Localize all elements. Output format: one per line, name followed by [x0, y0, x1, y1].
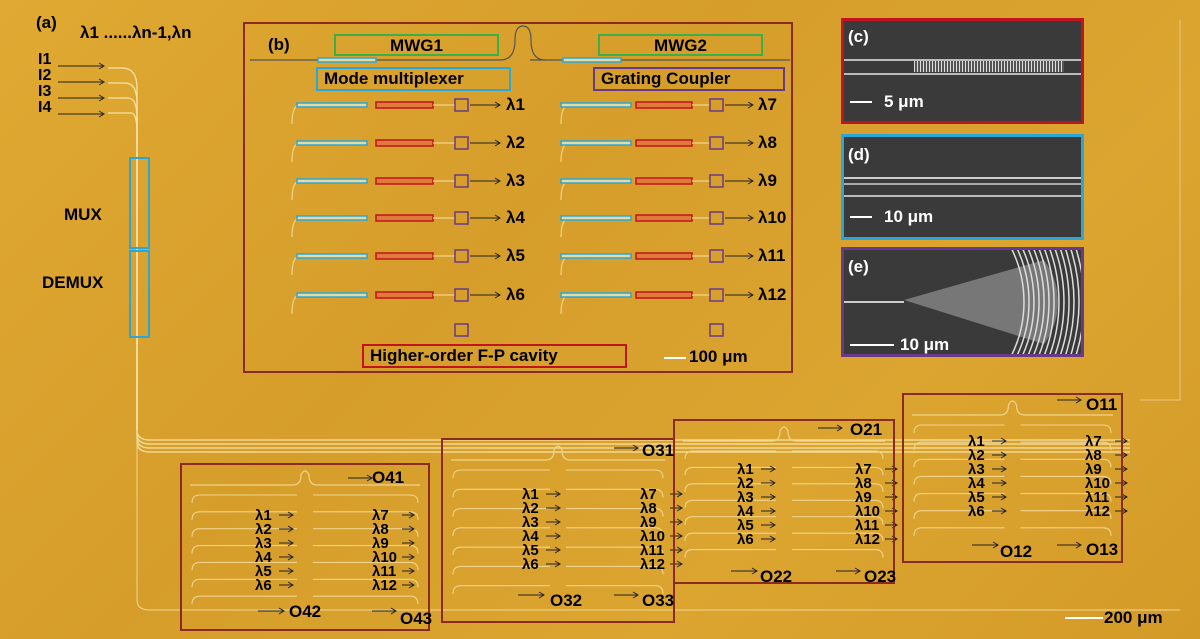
- sem-d-scale: 10 μm: [884, 207, 934, 226]
- panel-b-right-label: λ11: [758, 246, 786, 265]
- panel-b-tag: (b): [268, 35, 290, 54]
- chip-3-left-label: λ6: [522, 556, 539, 573]
- chip-1-top-output: O11: [1086, 395, 1118, 414]
- chip-4-bottom-output: O43: [400, 609, 433, 628]
- chip-3-top-output: O31: [642, 441, 675, 460]
- chip-2-left-label: λ6: [737, 531, 754, 548]
- figure: (a) λ1 ......λn-1,λn I1 I2 I3 I4 MUX DEMUX …: [0, 0, 1200, 639]
- panel-b-left-label: λ2: [506, 133, 525, 152]
- chip-2-top-output: O21: [850, 420, 883, 439]
- panel-a-tag: (a): [36, 13, 57, 32]
- sem-e-tag: (e): [848, 257, 869, 276]
- grating-coupler-label: Grating Coupler: [593, 67, 785, 91]
- panel-a-scalebar: [1065, 617, 1103, 619]
- chip-2-right-label: λ12: [855, 531, 881, 548]
- input-label-1: I1: [38, 51, 52, 68]
- panel-b-left-label: λ1: [506, 95, 525, 114]
- mode-multiplexer-label: Mode multiplexer: [316, 67, 511, 91]
- panel-b-right-label: λ9: [758, 171, 777, 190]
- sem-c-scale: 5 μm: [884, 92, 924, 111]
- sem-d-scalebar: [850, 216, 872, 218]
- cavity-label: Higher-order F-P cavity: [362, 344, 627, 368]
- chip-2-mid-output: O22: [760, 567, 793, 586]
- chip-4-right-label: λ12: [372, 577, 398, 594]
- panel-b-right-label: λ12: [758, 285, 787, 304]
- input-label-2: I2: [38, 67, 52, 84]
- mwg1-label: MWG1: [334, 34, 499, 56]
- sem-inset-c: [841, 18, 1084, 124]
- chip-1-mid-output: O12: [1000, 542, 1033, 561]
- panel-b-right-label: λ7: [758, 95, 777, 114]
- panel-b-scalebar: [664, 357, 686, 359]
- demux-box: [129, 250, 150, 338]
- panel-b-scale: 100 μm: [689, 347, 748, 366]
- mux-label: MUX: [64, 205, 102, 224]
- chip-3-bottom-output: O33: [642, 591, 675, 610]
- panel-b-left-label: λ6: [506, 285, 525, 304]
- sem-c-tag: (c): [848, 27, 869, 46]
- chip-1-right-label: λ12: [1085, 503, 1111, 520]
- input-label-4: I4: [38, 99, 52, 116]
- sem-e-scale: 10 μm: [900, 335, 950, 354]
- panel-a-scale: 200 μm: [1104, 608, 1163, 627]
- panel-b-right-label: λ8: [758, 133, 777, 152]
- chip-3-right-label: λ12: [640, 556, 666, 573]
- sem-e-scalebar: [850, 344, 894, 346]
- chip-2-bottom-output: O23: [864, 567, 897, 586]
- mwg2-label: MWG2: [598, 34, 763, 56]
- sem-c-scalebar: [850, 101, 872, 103]
- input-label-3: I3: [38, 83, 52, 100]
- chip-1-bottom-output: O13: [1086, 540, 1119, 559]
- sem-inset-e: [841, 247, 1084, 357]
- panel-b-left-label: λ4: [506, 208, 525, 227]
- sem-inset-d: [841, 134, 1084, 240]
- sem-d-tag: (d): [848, 145, 870, 164]
- chip-3-mid-output: O32: [550, 591, 583, 610]
- chip-4-left-label: λ6: [255, 577, 272, 594]
- panel-b-left-label: λ3: [506, 171, 525, 190]
- chip-1-left-label: λ6: [968, 503, 985, 520]
- panel-b-left-label: λ5: [506, 246, 525, 265]
- mux-box: [129, 157, 150, 249]
- chip-4-mid-output: O42: [289, 602, 322, 621]
- demux-label: DEMUX: [42, 273, 104, 292]
- chip-4-top-output: O41: [372, 468, 405, 487]
- wavelength-header: λ1 ......λn-1,λn: [80, 23, 192, 42]
- edge-waveguide: [1140, 20, 1181, 401]
- panel-b-right-label: λ10: [758, 208, 787, 227]
